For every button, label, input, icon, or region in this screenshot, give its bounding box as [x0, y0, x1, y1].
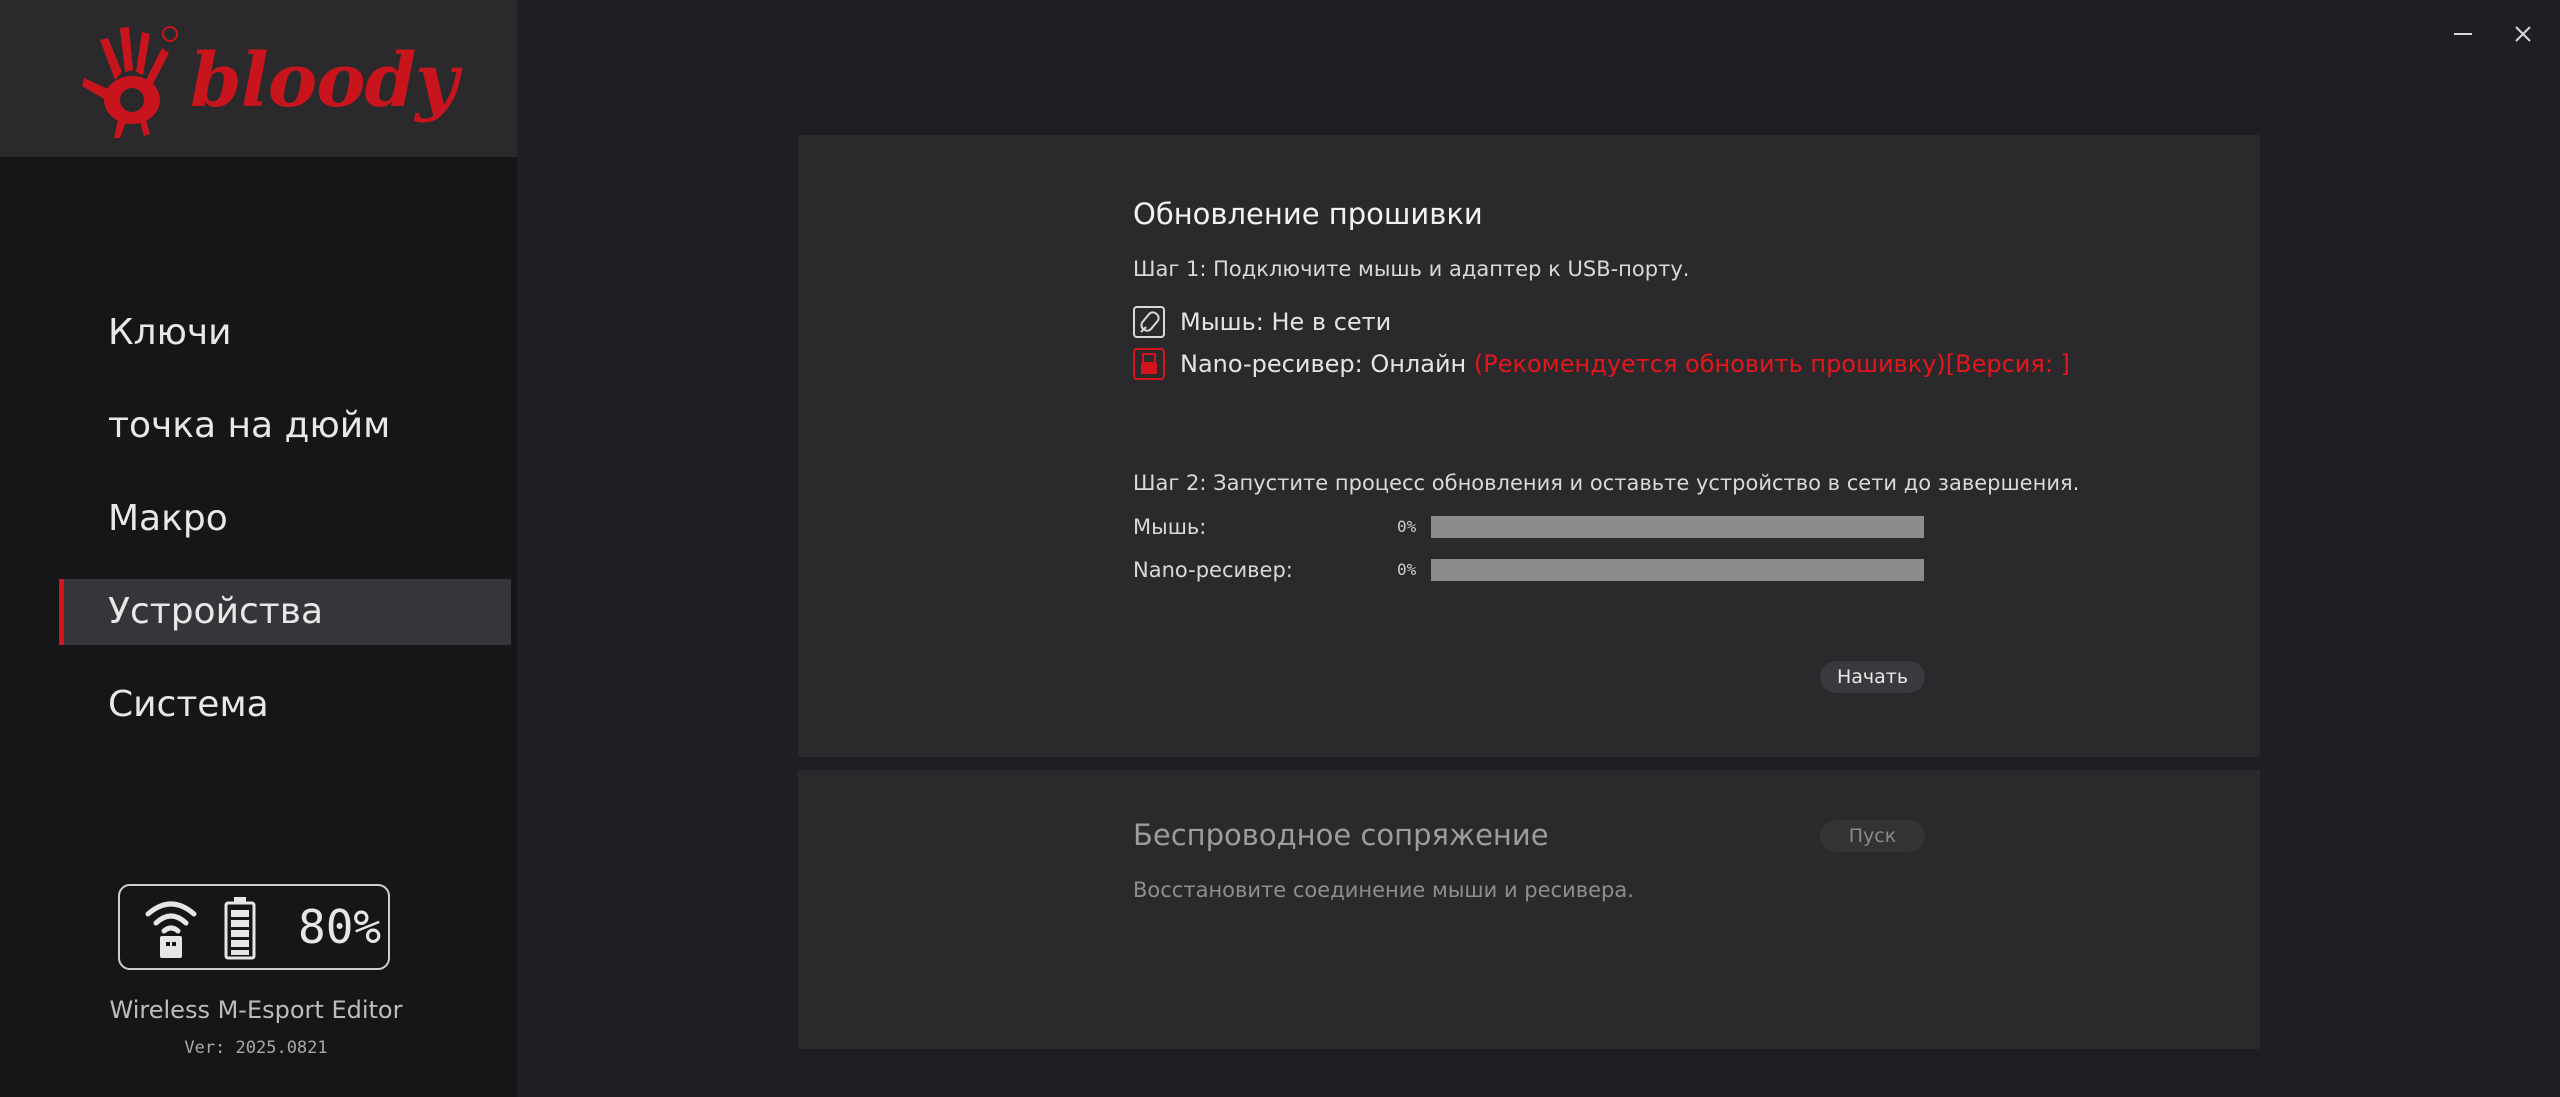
progress-percent: 0% [1397, 560, 1417, 579]
sidebar-item-label: Система [108, 684, 269, 725]
sidebar-item-label: точка на дюйм [108, 405, 391, 446]
sidebar-nav: Ключи точка на дюйм Макро Устройства Сис… [0, 300, 517, 765]
sidebar-item-label: Устройства [108, 591, 324, 632]
sidebar: bloody Ключи точка на дюйм Макро Устройс… [0, 0, 517, 1097]
close-button[interactable] [2503, 18, 2543, 54]
sidebar-item-keys[interactable]: Ключи [59, 300, 511, 366]
nano-progress-bar [1431, 559, 1924, 581]
pairing-description: Восстановите соединение мыши и ресивера. [1133, 878, 1634, 902]
nano-progress-row: Nano-ресивер: 0% [1133, 558, 1933, 582]
app-name: Wireless M-Esport Editor [109, 996, 403, 1024]
minimize-icon [2454, 33, 2472, 35]
firmware-update-warning: (Рекомендуется обновить прошивку)[Версия… [1473, 350, 2070, 378]
start-pairing-button[interactable]: Пуск [1820, 820, 1925, 852]
bloody-hand-logo-icon [82, 26, 178, 138]
progress-percent: 0% [1397, 517, 1417, 536]
sidebar-item-system[interactable]: Система [59, 672, 511, 738]
wifi-receiver-icon [145, 901, 197, 958]
sidebar-item-label: Макро [108, 498, 228, 539]
firmware-title: Обновление прошивки [1133, 197, 1483, 231]
close-icon [2515, 26, 2531, 42]
step1-text: Шаг 1: Подключите мышь и адаптер к USB-п… [1133, 257, 1690, 281]
start-update-button[interactable]: Начать [1820, 661, 1925, 693]
mouse-status-text: Мышь: Не в сети [1180, 308, 1392, 336]
wireless-pairing-panel: Беспроводное сопряжение Восстановите сое… [798, 770, 2260, 1049]
battery-percent: 80% [298, 900, 382, 954]
brand-logo-text: bloody [190, 38, 458, 124]
progress-label: Nano-ресивер: [1133, 558, 1293, 582]
pairing-title: Беспроводное сопряжение [1133, 818, 1549, 852]
app-version: Ver: 2025.0821 [184, 1038, 328, 1058]
mouse-progress-row: Мышь: 0% [1133, 515, 1933, 539]
sidebar-item-macro[interactable]: Макро [59, 486, 511, 552]
step2-text: Шаг 2: Запустите процесс обновления и ос… [1133, 471, 2080, 495]
battery-icon [224, 897, 256, 960]
sidebar-item-label: Ключи [108, 312, 232, 353]
app-window: bloody Ключи точка на дюйм Макро Устройс… [0, 0, 2560, 1097]
minimize-button[interactable] [2443, 18, 2483, 54]
nano-status-text: Nano-ресивер: Онлайн [1180, 350, 1467, 378]
logo-area: bloody [0, 0, 517, 157]
firmware-update-panel: Обновление прошивки Шаг 1: Подключите мы… [798, 135, 2260, 757]
sidebar-item-devices[interactable]: Устройства [59, 579, 511, 645]
nano-receiver-icon [1133, 348, 1165, 380]
mouse-progress-bar [1431, 516, 1924, 538]
progress-label: Мышь: [1133, 515, 1207, 539]
sidebar-item-dpi[interactable]: точка на дюйм [59, 393, 511, 459]
device-status-box: 80% [118, 884, 390, 970]
mouse-device-icon [1133, 306, 1165, 338]
